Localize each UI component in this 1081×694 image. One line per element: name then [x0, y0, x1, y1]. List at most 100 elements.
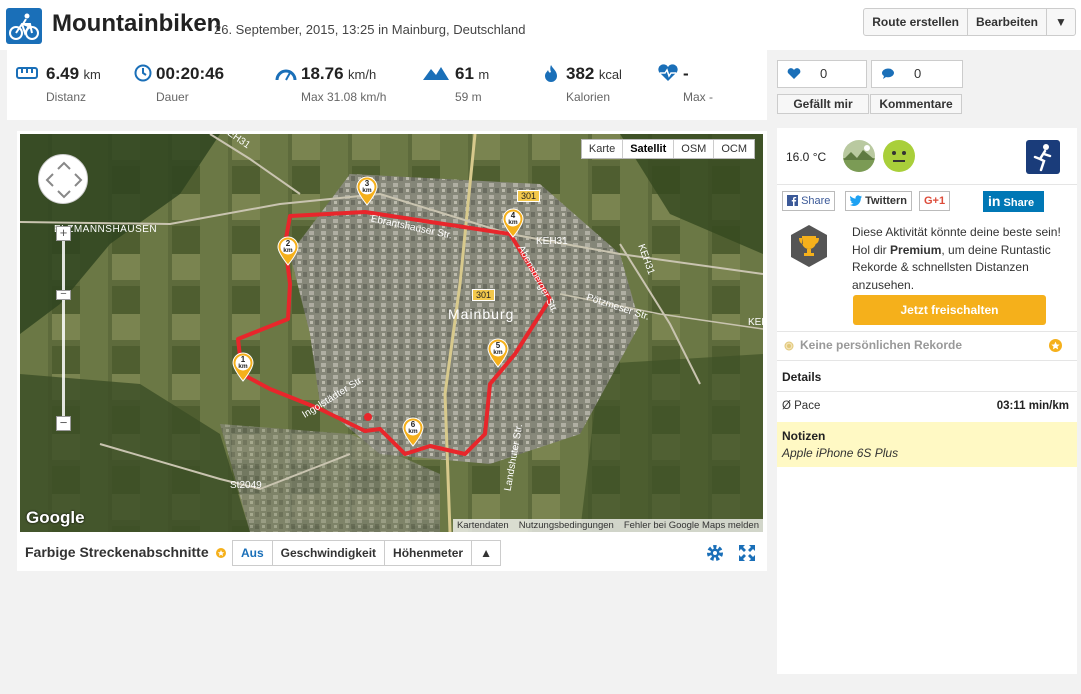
label-st2049: St2049: [230, 480, 262, 491]
stat-speed: 18.76 km/h Max 31.08 km/h: [275, 64, 386, 104]
mountain-icon: [423, 67, 449, 80]
weather-scenery-icon: [843, 140, 875, 172]
map-data-link[interactable]: Kartendaten: [457, 520, 509, 531]
personal-records-label: Keine persönlichen Rekorde: [800, 338, 963, 352]
temperature: 16.0 °C: [786, 150, 827, 164]
linkedin-share-button[interactable]: in Share: [983, 191, 1044, 212]
calories-unit: kcal: [598, 67, 622, 82]
km-marker-unit: km: [508, 219, 518, 226]
zoom-track: [62, 234, 65, 424]
header-bar: Mountainbiken 26. September, 2015, 13:25…: [0, 0, 1081, 50]
notes-heading: Notizen: [782, 429, 826, 443]
km-marker-2[interactable]: 2 km: [277, 236, 299, 266]
premium-star-icon: [215, 548, 226, 558]
twitter-share-button[interactable]: Twittern: [845, 191, 913, 211]
satellite-map[interactable]: KEH31 KEH31 KEH31 KEH31 301 301 St2049 M…: [20, 134, 763, 532]
facebook-share-label: Share: [801, 195, 831, 207]
km-marker-3[interactable]: 3 km: [356, 176, 378, 206]
map-attribution: Kartendaten Nutzungsbedingungen Fehler b…: [452, 519, 763, 532]
flame-icon: [545, 65, 557, 82]
km-marker-unit: km: [238, 363, 248, 370]
page-title: Mountainbiken: [52, 10, 222, 37]
duration-value: 00:20:46: [156, 64, 225, 83]
create-route-button[interactable]: Route erstellen: [864, 9, 968, 35]
segment-off-button[interactable]: Aus: [233, 541, 273, 565]
feeling-neutral-icon: [883, 140, 915, 172]
comments-count: 0: [914, 66, 922, 81]
premium-star-icon: [1049, 339, 1062, 352]
zoom-handle[interactable]: −: [56, 289, 71, 300]
divider: [777, 391, 1077, 392]
km-marker-4[interactable]: 4 km: [502, 208, 524, 238]
map-pan-control[interactable]: [38, 154, 88, 204]
stat-duration: 00:20:46 Dauer: [134, 64, 224, 104]
heartbeat-icon: [658, 64, 678, 81]
facebook-share-button[interactable]: Share: [782, 191, 836, 211]
social-counters: 0 0 Gefällt mir Kommentare: [767, 50, 1077, 120]
divider: [777, 184, 1077, 185]
segment-collapse-button[interactable]: ▲: [472, 541, 500, 565]
colored-segments-label: Farbige Streckenabschnitte: [25, 544, 226, 560]
zoom-out-button[interactable]: −: [56, 416, 71, 431]
segment-mode-buttons: Aus Geschwindigkeit Höhenmeter ▲: [232, 540, 502, 566]
runtastic-app-icon[interactable]: [1026, 140, 1060, 174]
speedometer-icon: [275, 69, 297, 81]
km-marker-unit: km: [408, 428, 418, 435]
label-keh31-d: KEH31: [748, 317, 763, 328]
stats-panel: 6.49 km Distanz 00:20:46 Dauer 18.76 km/…: [7, 50, 767, 120]
promo-text-premium: Premium: [890, 242, 942, 257]
label-301-a: 301: [517, 190, 541, 202]
comment-button[interactable]: Kommentare: [870, 94, 962, 114]
like-button[interactable]: Gefällt mir: [777, 94, 869, 114]
activity-sidebar: 16.0 °C Share Twittern G+1 in Share Dies…: [777, 128, 1077, 674]
stat-distance: 6.49 km Distanz: [16, 64, 101, 104]
map-footer: Farbige Streckenabschnitte Aus Geschwind…: [17, 535, 767, 569]
twitter-share-label: Twittern: [865, 195, 908, 207]
premium-promo-text: Diese Aktivität könnte deine beste sein!…: [852, 224, 1067, 294]
distance-value: 6.49: [46, 64, 80, 83]
pan-arrows-icon: [45, 161, 83, 199]
header-actions: Route erstellen Bearbeiten ▼: [863, 8, 1076, 36]
segment-speed-button[interactable]: Geschwindigkeit: [273, 541, 386, 565]
map-background: [20, 134, 763, 532]
calories-value: 382: [566, 64, 595, 83]
divider: [777, 360, 1077, 361]
clock-icon: [134, 64, 152, 82]
google-logo[interactable]: Google: [26, 508, 85, 528]
max-speed-label: Max 31.08 km/h: [301, 90, 387, 104]
map-type-ocm[interactable]: OCM: [714, 140, 754, 158]
elevation-unit: m: [478, 67, 490, 82]
label-town: Mainburg: [448, 306, 515, 322]
elevation-loss-label: 59 m: [455, 90, 482, 104]
zoom-in-button[interactable]: +: [56, 226, 71, 241]
heartrate-value: -: [683, 64, 689, 83]
settings-gear-icon[interactable]: [705, 543, 725, 563]
comments-counter: 0: [871, 60, 963, 88]
colored-segments-title: Farbige Streckenabschnitte: [25, 544, 209, 560]
label-keh31-b: KEH31: [536, 236, 568, 247]
stat-elevation: 61 m 59 m: [422, 64, 489, 104]
divider: [777, 331, 1077, 332]
edit-button[interactable]: Bearbeiten: [968, 9, 1047, 35]
map-type-switcher: Karte Satellit OSM OCM: [580, 139, 755, 159]
map-type-osm[interactable]: OSM: [674, 140, 715, 158]
map-type-satellit[interactable]: Satellit: [623, 140, 675, 158]
details-heading: Details: [782, 370, 822, 384]
google-plus-button[interactable]: G+1: [919, 191, 951, 211]
unlock-premium-button[interactable]: Jetzt freischalten: [853, 295, 1046, 325]
km-marker-5[interactable]: 5 km: [487, 338, 509, 368]
km-marker-6[interactable]: 6 km: [402, 417, 424, 447]
zoom-slider[interactable]: + − −: [56, 226, 71, 431]
pace-value: 03:11 min/km: [996, 400, 1069, 412]
elevation-value: 61: [455, 64, 474, 83]
dropdown-toggle-button[interactable]: ▼: [1047, 9, 1075, 35]
distance-unit: km: [83, 67, 101, 82]
fullscreen-icon[interactable]: [737, 543, 757, 563]
trophy-icon: [789, 224, 829, 268]
terms-link[interactable]: Nutzungsbedingungen: [519, 520, 614, 531]
speech-bubble-icon: [882, 68, 894, 79]
map-type-karte[interactable]: Karte: [582, 140, 624, 158]
report-error-link[interactable]: Fehler bei Google Maps melden: [624, 520, 759, 531]
km-marker-1[interactable]: 1 km: [232, 352, 254, 382]
segment-elevation-button[interactable]: Höhenmeter: [385, 541, 473, 565]
